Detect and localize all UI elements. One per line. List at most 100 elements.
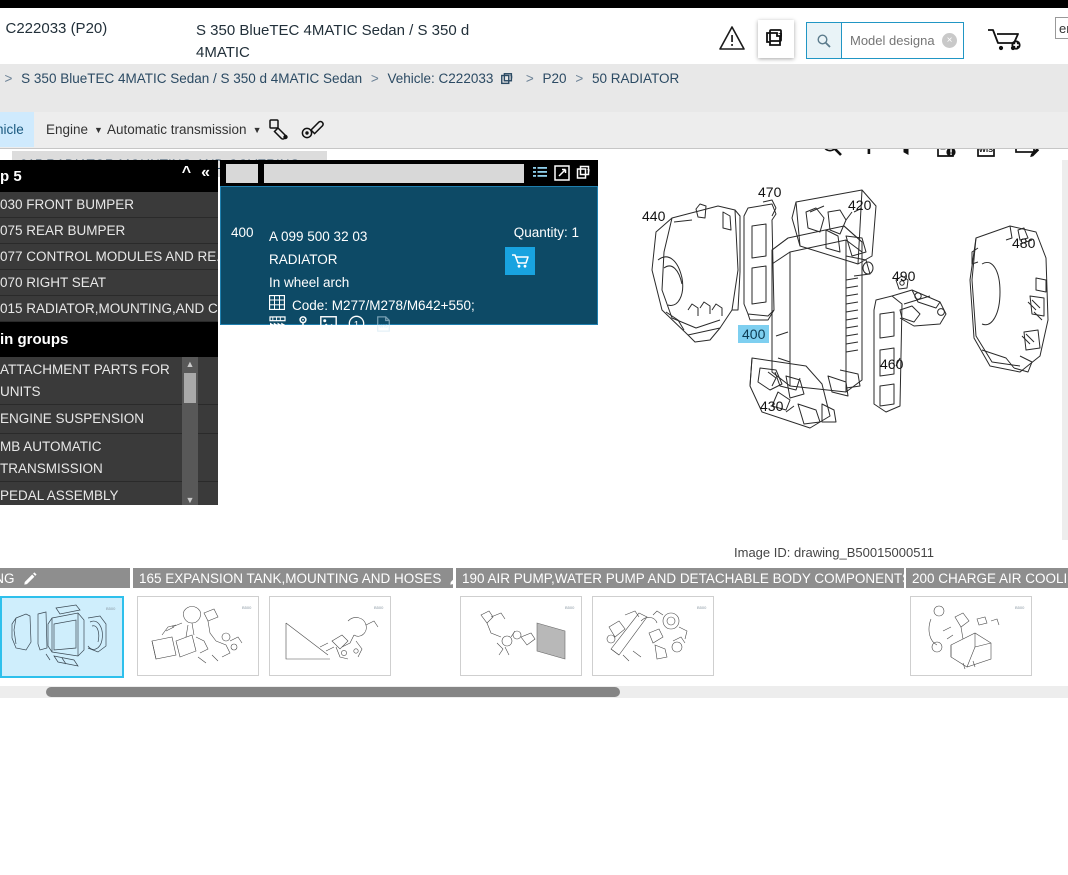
strip-group-165: 165 EXPANSION TANK,MOUNTING AND HOSES B5… xyxy=(133,568,463,676)
sidebar-item-015-radiator[interactable]: 015 RADIATOR,MOUNTING,AND C... xyxy=(0,296,218,322)
part-description: RADIATOR xyxy=(269,252,338,267)
header-model-line1: S 350 BlueTEC 4MATIC Sedan / S 350 d 4MA… xyxy=(196,22,470,61)
search-icon[interactable] xyxy=(807,23,842,58)
breadcrumb-bar: C > S 350 BlueTEC 4MATIC Sedan / S 350 d… xyxy=(0,64,1068,177)
sidebar-title-row: p 5 ^ « xyxy=(0,160,218,192)
breadcrumb-item-p20[interactable]: P20 xyxy=(543,71,567,86)
strip-group-header[interactable]: G,AND COVERING xyxy=(0,568,130,588)
part-card-header xyxy=(220,160,598,186)
callout-420[interactable]: 420 xyxy=(848,197,871,213)
strip-group-190: 190 AIR PUMP,WATER PUMP AND DETACHABLE B… xyxy=(456,568,933,676)
upholstery-icon[interactable] xyxy=(300,117,326,143)
part-number: A 099 500 32 03 xyxy=(269,229,368,244)
image-id-label: Image ID: drawing_B50015000511 xyxy=(734,545,934,560)
svg-text:B500: B500 xyxy=(565,605,575,610)
sidebar-item-075-rear-bumper[interactable]: 075 REAR BUMPER xyxy=(0,218,218,244)
strip-group-title: 190 AIR PUMP,WATER PUMP AND DETACHABLE B… xyxy=(462,570,912,586)
warning-triangle-icon[interactable] xyxy=(718,24,746,52)
chevron-up-icon[interactable]: ^ xyxy=(182,164,191,182)
model-search-box[interactable]: × xyxy=(806,22,964,59)
strip-group-200: 200 CHARGE AIR COOLING xyxy=(906,568,1068,676)
wis-document-icon[interactable]: WIS xyxy=(376,315,391,332)
breadcrumb-item-vehicle[interactable]: Vehicle: C222033 xyxy=(388,71,494,86)
right-edge-filler xyxy=(1062,160,1068,540)
part-card-details: A 099 500 32 03 RADIATOR In wheel arch C… xyxy=(268,225,475,317)
cart-add-icon[interactable] xyxy=(985,26,1025,54)
copy-pages-icon[interactable] xyxy=(758,20,794,58)
note-number-icon[interactable]: 1 xyxy=(348,315,365,332)
list-view-icon[interactable] xyxy=(532,165,548,181)
expand-image-icon[interactable] xyxy=(554,165,570,181)
callout-490[interactable]: 490 xyxy=(892,268,915,284)
thumbnail-015-radiator[interactable]: B500 xyxy=(0,596,124,678)
sidebar-item-077-control-modules[interactable]: 077 CONTROL MODULES AND RE... xyxy=(0,244,218,270)
tab-vehicle-label: nicle xyxy=(0,122,24,137)
image-icon[interactable] xyxy=(320,316,337,331)
factory-icon[interactable] xyxy=(269,316,286,331)
svg-text:B500: B500 xyxy=(106,606,116,611)
part-callout-number: 400 xyxy=(231,225,254,240)
breadcrumb-item-radiator[interactable]: 50 RADIATOR xyxy=(592,71,679,86)
horizontal-scrollbar-thumb[interactable] xyxy=(46,687,620,697)
part-quantity: Quantity: 1 xyxy=(513,225,579,240)
thumbnail-165-hoses[interactable]: B500 xyxy=(269,596,391,676)
thumbnail-190-water-pump[interactable]: B500 xyxy=(592,596,714,676)
strip-group-header[interactable]: 190 AIR PUMP,WATER PUMP AND DETACHABLE B… xyxy=(456,568,933,588)
sidebar-item-030-front-bumper[interactable]: 030 FRONT BUMPER xyxy=(0,192,218,218)
language-selector[interactable]: en xyxy=(1055,17,1068,39)
edit-icon[interactable] xyxy=(23,571,37,585)
chevron-down-icon: ▼ xyxy=(252,124,262,135)
app-header: cle: C222033 (P20) S 350 BlueTEC 4MATIC … xyxy=(0,8,1068,83)
tab-automatic-transmission-label: Automatic transmission xyxy=(107,122,247,137)
callout-440[interactable]: 440 xyxy=(642,208,665,224)
svg-text:B500: B500 xyxy=(697,605,707,610)
sidebar-title: p 5 xyxy=(0,167,22,185)
horizontal-scrollbar[interactable] xyxy=(0,686,1068,698)
callout-430[interactable]: 430 xyxy=(760,398,783,414)
chevron-double-left-icon[interactable]: « xyxy=(201,164,210,182)
part-code: Code: M277/M278/M642+550; xyxy=(292,298,475,313)
svg-text:B500: B500 xyxy=(1015,605,1025,610)
callout-460[interactable]: 460 xyxy=(880,356,903,372)
tab-automatic-transmission[interactable]: Automatic transmission ▼ xyxy=(97,112,271,147)
sidebar-scrollbar[interactable]: ▲ ▼ xyxy=(182,357,198,505)
exploded-view-drawing xyxy=(651,189,1049,429)
tab-vehicle[interactable]: nicle xyxy=(0,112,34,147)
header-vehicle-id: cle: C222033 (P20) xyxy=(0,20,108,37)
table-grid-icon xyxy=(268,294,286,317)
sidebar-subtitle: in groups xyxy=(0,322,218,357)
duplicate-icon[interactable] xyxy=(576,165,592,181)
thumbnail-190-air-pump[interactable]: B500 xyxy=(460,596,582,676)
breadcrumb-item-model[interactable]: S 350 BlueTEC 4MATIC Sedan / S 350 d 4MA… xyxy=(21,71,362,86)
svg-text:WIS: WIS xyxy=(379,323,388,328)
tab-engine-label: Engine xyxy=(46,122,89,137)
strip-group-title: G,AND COVERING xyxy=(0,570,15,586)
svg-text:1: 1 xyxy=(354,319,359,330)
sidebar-item-070-right-seat[interactable]: 070 RIGHT SEAT xyxy=(0,270,218,296)
thumbnail-200-charge-air-cooler[interactable]: B500 xyxy=(910,596,1032,676)
callout-400[interactable]: 400 xyxy=(738,325,770,343)
callout-470[interactable]: 470 xyxy=(758,184,781,200)
strip-group-header[interactable]: 165 EXPANSION TANK,MOUNTING AND HOSES xyxy=(133,568,463,588)
duplicate-icon[interactable] xyxy=(500,72,514,89)
thumbnail-165-expansion-tank[interactable]: B500 xyxy=(137,596,259,676)
paint-color-icon[interactable] xyxy=(266,117,292,143)
part-card-field-left[interactable] xyxy=(226,163,258,183)
scroll-up-arrow-icon[interactable]: ▲ xyxy=(182,357,198,371)
callout-480[interactable]: 480 xyxy=(1012,235,1035,251)
epc-application: cle: C222033 (P20) S 350 BlueTEC 4MATIC … xyxy=(0,0,1068,710)
parts-diagram[interactable]: 440 470 420 480 490 400 460 430 xyxy=(600,160,1068,540)
scroll-down-arrow-icon[interactable]: ▼ xyxy=(182,493,198,505)
part-detail-card: 400 A 099 500 32 03 RADIATOR In wheel ar… xyxy=(220,160,598,332)
add-to-cart-button[interactable] xyxy=(505,247,535,275)
groups-sidebar: p 5 ^ « 030 FRONT BUMPER 075 REAR BUMPER… xyxy=(0,160,218,505)
cart-icon xyxy=(512,254,529,268)
sidebar-group-list: ATTACHMENT PARTS FOR UNITS ENGINE SUSPEN… xyxy=(0,357,218,505)
svg-text:B500: B500 xyxy=(374,605,384,610)
scrollbar-thumb[interactable] xyxy=(184,373,196,403)
clear-search-icon[interactable]: × xyxy=(942,33,957,48)
strip-group-header[interactable]: 200 CHARGE AIR COOLING xyxy=(906,568,1068,588)
key-icon[interactable] xyxy=(297,316,309,331)
part-card-field-main[interactable] xyxy=(264,163,524,183)
part-location: In wheel arch xyxy=(269,275,350,290)
